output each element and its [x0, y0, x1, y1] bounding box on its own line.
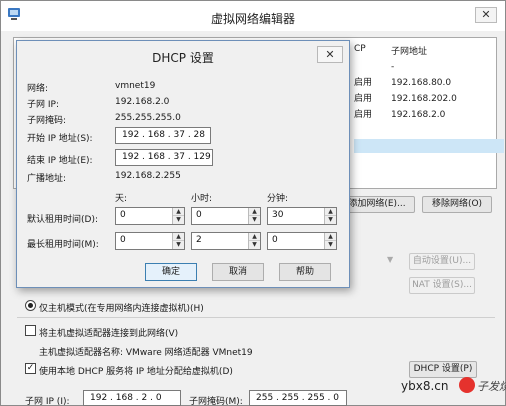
subnet-mask-value: 255.255.255.0: [115, 113, 181, 123]
selected-row-highlight: [354, 139, 504, 153]
network-value: vmnet19: [115, 81, 156, 91]
spinner-buttons: ▲ ▼: [172, 233, 184, 249]
spinner-buttons: ▲ ▼: [248, 233, 260, 249]
broadcast-value: 192.168.2.255: [115, 171, 181, 181]
spin-up-icon[interactable]: ▲: [325, 208, 336, 216]
spin-up-icon[interactable]: ▲: [249, 233, 260, 241]
table-cell-dhcp: 启用: [354, 110, 373, 120]
host-only-label: 仅主机模式(在专用网络内连接虚拟机)(H): [39, 304, 204, 314]
add-network-button[interactable]: 添加网络(E)...: [339, 196, 415, 213]
connect-adapter-label: 将主机虚拟适配器连接到此网络(V): [39, 329, 179, 339]
auto-settings-button[interactable]: 自动设置(U)...: [409, 253, 475, 270]
max-lease-minutes-spinner[interactable]: 0 ▲ ▼: [267, 232, 337, 250]
column-header-dhcp[interactable]: CP: [354, 44, 366, 54]
spin-up-icon[interactable]: ▲: [173, 208, 184, 216]
table-cell-subnet: 192.168.2.0: [391, 110, 446, 120]
host-only-radio[interactable]: [25, 300, 36, 311]
table-cell-subnet: 192.168.80.0: [391, 78, 452, 88]
spinner-value: 30: [272, 210, 284, 220]
spin-down-icon[interactable]: ▼: [173, 216, 184, 224]
spinner-value: 0: [196, 210, 202, 220]
hours-column-label: 小时:: [191, 194, 213, 204]
spinner-value: 0: [272, 235, 278, 245]
subnet-ip-label: 子网 IP:: [27, 100, 59, 110]
chevron-down-icon[interactable]: ▼: [387, 255, 393, 264]
spinner-buttons: ▲ ▼: [324, 233, 336, 249]
svg-text:ybx8.cn: ybx8.cn: [401, 379, 448, 393]
spin-down-icon[interactable]: ▼: [325, 216, 336, 224]
radio-selected-dot: [28, 303, 33, 308]
default-lease-minutes-spinner[interactable]: 30 ▲ ▼: [267, 207, 337, 225]
table-cell-subnet: -: [391, 62, 395, 72]
spinner-buttons: ▲ ▼: [248, 208, 260, 224]
subnet-ip-value: 192.168.2.0: [115, 97, 170, 107]
dialog-close-button[interactable]: ✕: [317, 46, 343, 63]
spinner-buttons: ▲ ▼: [172, 208, 184, 224]
end-ip-field[interactable]: 192 . 168 . 37 . 129: [115, 149, 213, 166]
subnet-mask-label: 子网掩码:: [27, 116, 67, 126]
use-dhcp-checkbox[interactable]: ✓: [25, 363, 36, 374]
minutes-column-label: 分钟:: [267, 194, 289, 204]
ok-button[interactable]: 确定: [145, 263, 197, 281]
spinner-value: 2: [196, 235, 202, 245]
title-bar: 虚拟网络编辑器 ✕: [1, 1, 505, 31]
max-lease-hours-spinner[interactable]: 2 ▲ ▼: [191, 232, 261, 250]
window-close-button[interactable]: ✕: [475, 7, 497, 23]
broadcast-label: 广播地址:: [27, 174, 67, 184]
spinner-value: 0: [120, 235, 126, 245]
divider: [17, 317, 495, 318]
spinner-value: 0: [120, 210, 126, 220]
cancel-button[interactable]: 取消: [212, 263, 264, 281]
start-ip-label: 开始 IP 地址(S):: [27, 134, 93, 144]
spin-up-icon[interactable]: ▲: [173, 233, 184, 241]
spin-up-icon[interactable]: ▲: [249, 208, 260, 216]
table-cell-dhcp: 启用: [354, 94, 373, 104]
nat-settings-button[interactable]: NAT 设置(S)...: [409, 277, 475, 294]
start-ip-field[interactable]: 192 . 168 . 37 . 28: [115, 127, 211, 144]
watermark-logo: ybx8.cn 子发烧友: [401, 377, 506, 393]
end-ip-label: 结束 IP 地址(E):: [27, 156, 93, 166]
subnet-ip-label: 子网 IP (I):: [25, 397, 70, 406]
default-lease-hours-spinner[interactable]: 0 ▲ ▼: [191, 207, 261, 225]
spin-down-icon[interactable]: ▼: [249, 241, 260, 249]
spin-down-icon[interactable]: ▼: [325, 241, 336, 249]
spin-down-icon[interactable]: ▼: [173, 241, 184, 249]
help-button[interactable]: 帮助: [279, 263, 331, 281]
spin-up-icon[interactable]: ▲: [325, 233, 336, 241]
spinner-buttons: ▲ ▼: [324, 208, 336, 224]
dhcp-settings-dialog: DHCP 设置 ✕ 网络: vmnet19 子网 IP: 192.168.2.0…: [16, 40, 350, 288]
table-cell-subnet: 192.168.202.0: [391, 94, 457, 104]
days-column-label: 天:: [115, 194, 128, 204]
column-header-subnet[interactable]: 子网地址: [391, 44, 427, 57]
use-dhcp-label: 使用本地 DHCP 服务将 IP 地址分配给虚拟机(D): [39, 367, 233, 377]
subnet-mask-field[interactable]: 255 . 255 . 255 . 0: [249, 390, 347, 406]
subnet-ip-field[interactable]: 192 . 168 . 2 . 0: [83, 390, 181, 406]
default-lease-days-spinner[interactable]: 0 ▲ ▼: [115, 207, 185, 225]
subnet-mask-label: 子网掩码(M):: [189, 397, 243, 406]
adapter-name-text: 主机虚拟适配器名称: VMware 网络适配器 VMnet19: [39, 348, 253, 358]
svg-text:子发烧友: 子发烧友: [477, 380, 506, 393]
network-label: 网络:: [27, 84, 49, 94]
table-cell-dhcp: 启用: [354, 78, 373, 88]
remove-network-button[interactable]: 移除网络(O): [422, 196, 492, 213]
default-lease-label: 默认租用时间(D):: [27, 215, 98, 225]
spin-down-icon[interactable]: ▼: [249, 216, 260, 224]
window-title: 虚拟网络编辑器: [210, 12, 295, 26]
connect-adapter-checkbox[interactable]: [25, 325, 36, 336]
dialog-title: DHCP 设置: [152, 51, 214, 65]
max-lease-days-spinner[interactable]: 0 ▲ ▼: [115, 232, 185, 250]
max-lease-label: 最长租用时间(M):: [27, 240, 99, 250]
